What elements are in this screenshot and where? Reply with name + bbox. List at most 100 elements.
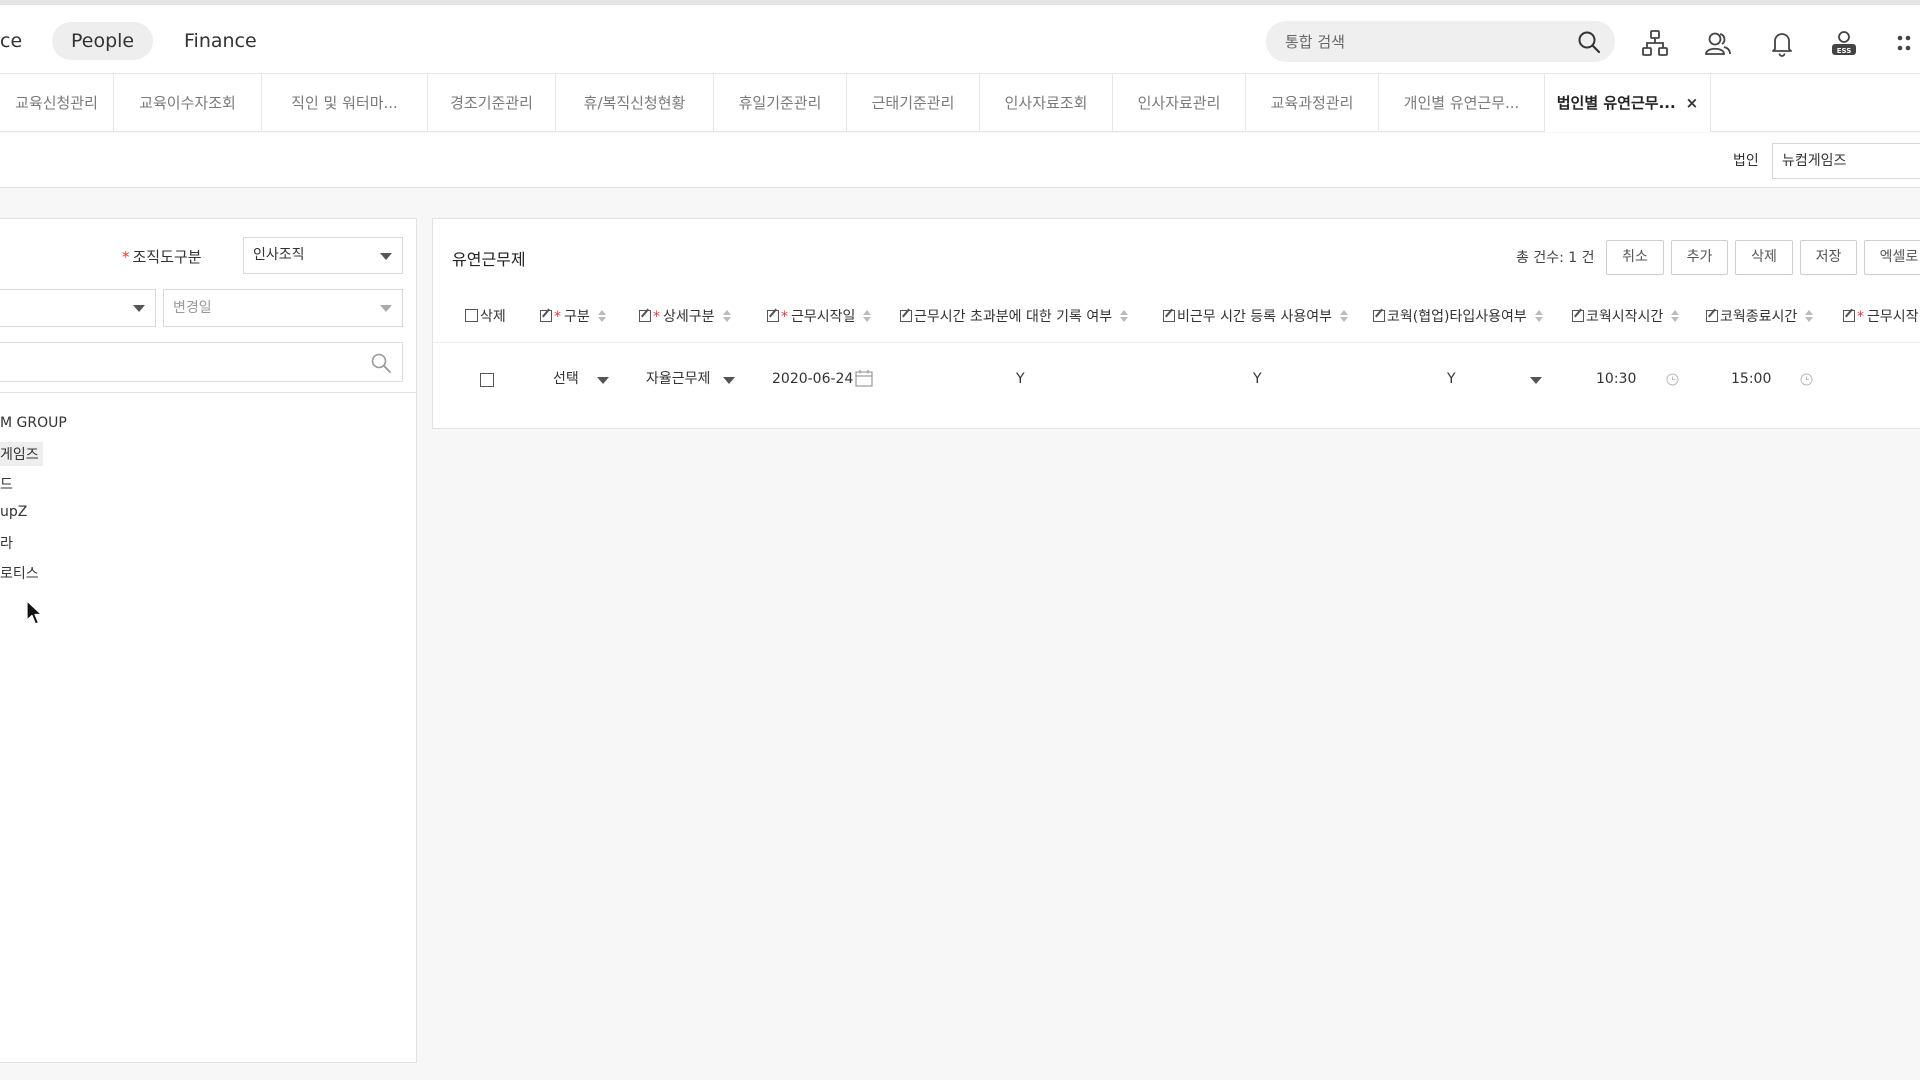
org-chart-icon[interactable] [1641,29,1669,57]
col-start-date-label: 근무시작일 [791,309,856,325]
search-input[interactable] [1285,21,1565,62]
delete-button[interactable]: 삭제 [1735,240,1793,275]
top-header: ce People Finance ESS [0,0,1920,74]
tab-seal-watermark[interactable]: 직인 및 워터마... [262,74,428,132]
search-icon[interactable] [1577,30,1601,54]
cell-cowork-start[interactable]: 10:30 [1596,344,1636,414]
col-cowork-start[interactable]: 코웍시작시간 [1572,291,1680,343]
divider [0,392,417,393]
svg-text:ESS: ESS [1837,47,1852,55]
tree-node[interactable]: M GROUP [0,415,67,431]
tab-personal-flex-work[interactable]: 개인별 유연근무... [1379,74,1545,132]
tab-education-request[interactable]: 교육신청관리 [0,74,114,132]
corp-select[interactable]: 뉴컴게임즈 [1772,143,1920,179]
table-row[interactable]: 선택 자율근무제 2020-06-24 Y Y Y 10:30 15:00 [433,344,1920,414]
tab-education-completion[interactable]: 교육이수자조회 [114,74,262,132]
ess-user-icon[interactable]: ESS [1830,29,1858,57]
tab-label: 법인별 유연근무... [1556,94,1676,112]
tab-attendance-standard[interactable]: 근태기준관리 [847,74,980,132]
tab-leave-status[interactable]: 휴/복직신청현황 [556,74,714,132]
col-start-date[interactable]: * 근무시작일 [767,291,872,343]
cell-start-date[interactable]: 2020-06-24 [772,344,853,414]
chevron-down-icon[interactable] [1530,377,1542,384]
required-mark: * [554,309,561,325]
cell-cowork-end[interactable]: 15:00 [1731,344,1771,414]
total-count: 총 건수: 1 건 [1516,250,1595,266]
col-cowork-end[interactable]: 코웍종료시간 [1706,291,1814,343]
nav-item-finance[interactable]: Finance [184,22,257,60]
cell-non-work-register[interactable]: Y [1253,344,1262,414]
excel-button[interactable]: 엑셀로 [1864,240,1920,275]
clock-icon[interactable] [1800,373,1813,386]
cell-cowork-type[interactable]: Y [1447,344,1456,414]
clock-icon[interactable] [1666,373,1679,386]
sort-icon[interactable] [863,310,872,322]
edit-icon [540,310,552,322]
change-date-select[interactable]: 변경일 [163,289,403,327]
sort-icon[interactable] [1671,310,1680,322]
search-icon[interactable] [370,352,392,374]
chevron-down-icon[interactable] [597,377,609,384]
col-non-work-register[interactable]: 비근무 시간 등록 사용여부 [1163,291,1349,343]
cancel-button[interactable]: 취소 [1606,240,1664,275]
sort-icon[interactable] [1534,310,1543,322]
tree-node[interactable]: upZ [0,504,27,520]
grid-title: 유연근무제 [452,250,526,269]
required-mark: * [122,248,130,266]
org-type-value: 인사조직 [253,247,305,263]
col-overtime-record[interactable]: 근무시간 초과분에 대한 기록 여부 [900,291,1129,343]
add-button[interactable]: 추가 [1671,240,1728,275]
col-cowork-type[interactable]: 코웍(협업)타입사용여부 [1373,291,1543,343]
tree-node[interactable]: 라 [0,533,13,553]
save-button[interactable]: 저장 [1800,240,1857,275]
tree-search-input[interactable] [0,342,403,382]
tab-close-icon[interactable]: × [1686,74,1699,132]
col-non-work-register-label: 비근무 시간 등록 사용여부 [1177,309,1333,325]
global-search [1266,21,1615,62]
org-select[interactable] [0,289,156,327]
page-tabs: 교육신청관리 교육이수자조회 직인 및 워터마... 경조기준관리 휴/복직신청… [0,74,1920,132]
change-date-placeholder: 변경일 [173,300,212,316]
nav-item-people[interactable]: People [52,22,154,60]
col-delete[interactable]: 삭제 [465,291,506,343]
required-mark: * [781,309,788,325]
edit-icon [1163,310,1175,322]
row-checkbox[interactable] [480,373,494,387]
cell-type[interactable]: 선택 [553,344,579,414]
chevron-down-icon[interactable] [723,377,735,384]
sort-icon[interactable] [1120,310,1129,322]
col-detail-type[interactable]: * 상세구분 [639,291,731,343]
tab-course-management[interactable]: 교육과정관리 [1246,74,1379,132]
tab-corp-flex-work[interactable]: 법인별 유연근무... × [1545,74,1711,132]
tree-node[interactable]: 로티스 [0,563,39,583]
tree-node-selected[interactable]: 게임즈 [0,442,43,466]
tab-hr-data-management[interactable]: 인사자료관리 [1113,74,1246,132]
edit-icon [1843,310,1855,322]
tab-holiday-standard[interactable]: 휴일기준관리 [714,74,847,132]
col-work-start[interactable]: * 근무시작 [1843,291,1919,343]
sort-icon[interactable] [1805,310,1814,322]
col-type-label: 구분 [564,309,590,325]
tab-hr-data-inquiry[interactable]: 인사자료조회 [980,74,1113,132]
apps-grid-icon[interactable] [1894,29,1920,57]
edit-icon [1373,310,1385,322]
org-type-label: * 조직도구분 [122,246,202,267]
sort-icon[interactable] [1340,310,1349,322]
sort-icon[interactable] [722,310,731,322]
sort-icon[interactable] [597,310,606,322]
col-cowork-end-label: 코웍종료시간 [1720,309,1798,325]
nav-item-ce[interactable]: ce [0,22,22,60]
org-type-select[interactable]: 인사조직 [243,237,403,274]
people-icon[interactable] [1704,29,1732,57]
grid-header: 삭제 * 구분 * 상세구분 * 근무시작일 근무시간 초과분에 대한 기록 여부 비… [433,291,1920,343]
cell-detail-type[interactable]: 자율근무제 [646,344,710,414]
edit-icon [900,310,912,322]
tab-congratulation-standard[interactable]: 경조기준관리 [428,74,556,132]
required-mark: * [1857,309,1864,325]
calendar-icon[interactable] [855,370,873,387]
bell-icon[interactable] [1768,29,1796,57]
cell-overtime-record[interactable]: Y [1016,344,1025,414]
select-all-checkbox[interactable] [465,309,478,322]
col-type[interactable]: * 구분 [540,291,606,343]
tree-node[interactable]: 드 [0,474,13,494]
